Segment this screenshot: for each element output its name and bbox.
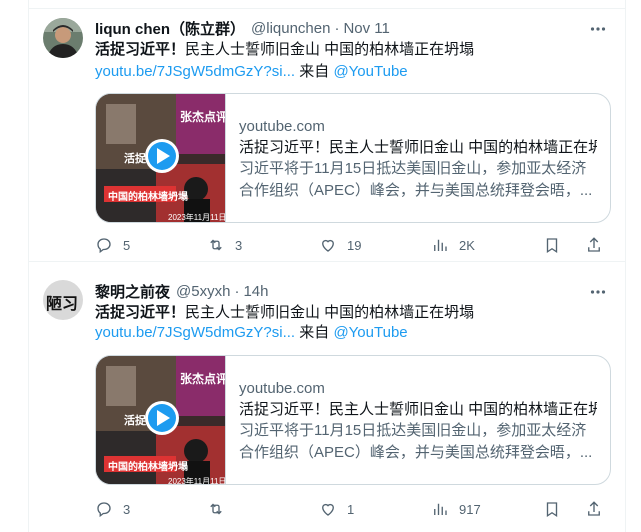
bookmark-icon — [546, 238, 558, 254]
user-handle[interactable]: @liqunchen — [251, 20, 330, 37]
via-text: 来自 — [299, 324, 330, 341]
heart-icon — [322, 503, 334, 516]
share-button[interactable] — [585, 234, 603, 256]
card-desc-line: 合作组织（APEC）峰会，并与美国总统拜登会晤，... — [239, 444, 593, 461]
retweet-button[interactable] — [207, 498, 235, 520]
card-domain: youtube.com — [239, 380, 325, 397]
bookmark-icon — [546, 502, 558, 518]
retweet-button[interactable]: 3 — [207, 234, 242, 256]
action-bar: 5 3 19 2K — [95, 234, 615, 256]
reply-button[interactable]: 3 — [95, 498, 130, 520]
card-title: 活捉习近平！民主人士誓师旧金山 中国的柏林墙正在坍塌 — [239, 139, 597, 156]
tweet-text-bold: 活捉习近平！ — [95, 304, 186, 321]
card-description: 习近平将于11月15日抵达美国旧金山，参加亚太经济 合作组织（APEC）峰会，并… — [239, 420, 597, 464]
views-chart-icon — [434, 503, 447, 515]
avatar-image — [43, 18, 83, 58]
thumb-caption: 中国的柏林墙坍塌 — [108, 462, 188, 473]
tweet[interactable]: liqun chen（陈立群） @liqunchen · Nov 11 活捉习近… — [29, 0, 625, 262]
card-description: 习近平将于11月15日抵达美国旧金山，参加亚太经济 合作组织（APEC）峰会，并… — [239, 158, 597, 202]
link-card[interactable]: 张杰点评 活捉 中国的柏林墙坍塌 2023年11月11日 youtube.com… — [95, 355, 611, 485]
card-title: 活捉习近平！民主人士誓师旧金山 中国的柏林墙正在坍塌 — [239, 401, 597, 418]
like-button[interactable]: 1 — [319, 498, 354, 520]
thumb-caption: 中国的柏林墙坍塌 — [108, 192, 188, 203]
action-bar: 3 1 917 — [95, 498, 615, 520]
separator-dot: · — [234, 282, 240, 300]
user-handle[interactable]: @5xyxh — [176, 283, 230, 300]
card-desc-line: 习近平将于11月15日抵达美国旧金山，参加亚太经济 — [239, 422, 587, 439]
timestamp[interactable]: Nov 11 — [343, 20, 389, 37]
heart-icon — [322, 239, 334, 252]
more-options-icon[interactable] — [589, 20, 607, 38]
avatar[interactable]: 陋习 — [43, 280, 83, 320]
views-button[interactable]: 2K — [431, 234, 475, 256]
link-card[interactable]: 张杰点评 活捉 中国的柏林墙坍塌 2023年11月11日 youtube.com… — [95, 93, 611, 223]
share-icon — [588, 237, 600, 252]
tweet-text-bold: 活捉习近平！ — [95, 41, 186, 58]
mention-link[interactable]: @YouTube — [333, 63, 407, 80]
bookmark-button[interactable] — [543, 498, 561, 520]
card-desc-line: 习近平将于11月15日抵达美国旧金山，参加亚太经济 — [239, 160, 587, 177]
tweet-header: 黎明之前夜 @5xyxh · 14h — [95, 281, 268, 301]
tweet-text: 活捉习近平！民主人士誓师旧金山 中国的柏林墙正在坍塌 — [95, 303, 474, 323]
tweet-link[interactable]: youtu.be/7JSgW5dmGzY?si... — [95, 324, 295, 341]
reply-count: 5 — [123, 237, 131, 253]
tweet-text-body: 民主人士誓师旧金山 中国的柏林墙正在坍塌 — [185, 41, 475, 58]
views-count: 2K — [459, 237, 475, 253]
views-chart-icon — [434, 239, 447, 251]
tweet-link-line: youtu.be/7JSgW5dmGzY?si... 来自 @YouTube — [95, 323, 408, 343]
thumb-date: 2023年11月11日 — [168, 213, 226, 222]
bookmark-button[interactable] — [543, 234, 561, 256]
avatar[interactable] — [43, 18, 83, 58]
timeline: liqun chen（陈立群） @liqunchen · Nov 11 活捉习近… — [28, 0, 626, 532]
tweet[interactable]: 陋习 黎明之前夜 @5xyxh · 14h 活捉习近平！民主人士誓师旧金山 中国… — [29, 262, 625, 532]
timestamp[interactable]: 14h — [243, 283, 268, 300]
tweet-text-body: 民主人士誓师旧金山 中国的柏林墙正在坍塌 — [185, 304, 475, 321]
share-icon — [588, 501, 600, 516]
views-count: 917 — [459, 501, 481, 517]
share-button[interactable] — [585, 498, 603, 520]
thumb-badge: 张杰点评 — [180, 372, 226, 386]
avatar-text: 陋习 — [46, 294, 79, 313]
more-options-icon[interactable] — [589, 283, 607, 301]
reply-count: 3 — [123, 501, 131, 517]
reply-icon — [97, 238, 111, 254]
like-count: 1 — [347, 501, 355, 517]
views-button[interactable]: 917 — [431, 498, 481, 520]
thumb-date: 2023年11月11日 — [168, 477, 226, 485]
reply-button[interactable]: 5 — [95, 234, 130, 256]
tweet-link-line: youtu.be/7JSgW5dmGzY?si... 来自 @YouTube — [95, 62, 408, 82]
card-desc-line: 合作组织（APEC）峰会，并与美国总统拜登会晤，... — [239, 182, 593, 199]
reply-icon — [97, 502, 111, 518]
display-name[interactable]: 黎明之前夜 — [95, 281, 170, 302]
tweet-text: 活捉习近平！民主人士誓师旧金山 中国的柏林墙正在坍塌 — [95, 40, 474, 60]
tweet-link[interactable]: youtu.be/7JSgW5dmGzY?si... — [95, 63, 295, 80]
like-count: 19 — [347, 237, 362, 253]
like-button[interactable]: 19 — [319, 234, 361, 256]
thumb-side-text: 活捉 — [124, 153, 146, 165]
separator-dot: · — [334, 19, 340, 37]
thumb-side-text: 活捉 — [124, 415, 146, 427]
display-name[interactable]: liqun chen（陈立群） — [95, 18, 245, 39]
card-domain: youtube.com — [239, 118, 325, 135]
retweet-icon — [210, 239, 222, 251]
via-text: 来自 — [299, 63, 330, 80]
video-thumbnail[interactable]: 张杰点评 活捉 中国的柏林墙坍塌 2023年11月11日 — [96, 94, 226, 222]
mention-link[interactable]: @YouTube — [333, 324, 407, 341]
tweet-header: liqun chen（陈立群） @liqunchen · Nov 11 — [95, 18, 390, 38]
video-thumbnail[interactable]: 张杰点评 活捉 中国的柏林墙坍塌 2023年11月11日 — [96, 356, 226, 485]
retweet-icon — [210, 503, 222, 515]
retweet-count: 3 — [235, 237, 243, 253]
thumb-badge: 张杰点评 — [180, 110, 226, 124]
